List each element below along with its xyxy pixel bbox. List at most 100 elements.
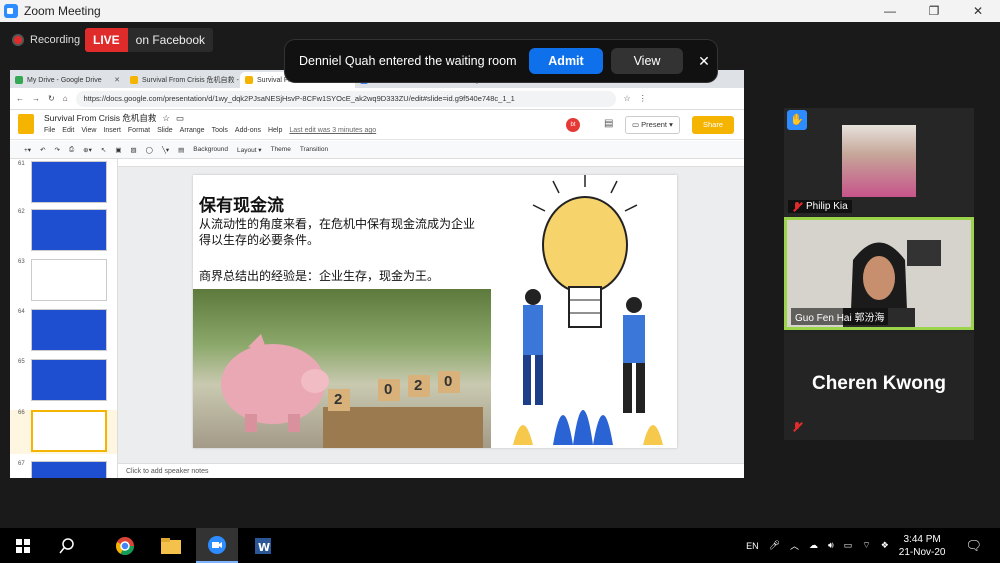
slides-toolbar: +▾ ↶ ↷ ⎙ ⊕▾ ↖ ▣ ▨ ◯ ╲▾ ▤ Background Layo… — [10, 141, 744, 159]
reload-icon[interactable]: ↻ — [48, 94, 55, 103]
toolbar-theme[interactable]: Theme — [271, 146, 291, 153]
search-icon[interactable] — [46, 528, 88, 563]
menu-edit[interactable]: Edit — [62, 127, 74, 134]
slide-thumbnail[interactable] — [31, 461, 107, 478]
move-folder-icon[interactable]: ▭ — [176, 113, 184, 124]
view-button[interactable]: View — [611, 48, 683, 74]
redo-icon[interactable]: ↷ — [55, 146, 60, 154]
year-digit: 0 — [444, 373, 453, 390]
thumbnail-row[interactable]: 64 — [10, 309, 117, 353]
live-stream-indicator[interactable]: LIVE on Facebook — [85, 28, 214, 52]
menu-arrange[interactable]: Arrange — [180, 127, 205, 134]
participant-name-label: Philip Kia — [788, 200, 852, 213]
close-notification-icon[interactable]: ✕ — [691, 53, 717, 70]
star-icon[interactable]: ☆ — [162, 113, 170, 124]
present-button[interactable]: ▭ Present ▾ — [625, 116, 680, 134]
chrome-icon[interactable] — [104, 528, 146, 563]
restore-button[interactable]: ❐ — [912, 0, 956, 22]
volume-icon[interactable]: 🔊︎ — [828, 540, 834, 551]
toolbar-transition[interactable]: Transition — [300, 146, 328, 153]
dropbox-icon[interactable]: ❖ — [881, 540, 889, 551]
file-explorer-icon[interactable] — [150, 528, 192, 563]
notifications-icon[interactable]: 🗨︎ — [965, 538, 982, 554]
address-bar-row: ← → ↻ ⌂ https://docs.google.com/presenta… — [10, 88, 744, 110]
undo-icon[interactable]: ↶ — [40, 146, 45, 154]
toolbar-layout[interactable]: Layout ▾ — [237, 146, 262, 154]
microphone-icon[interactable]: 🎤︎ — [769, 540, 780, 551]
url-field[interactable]: https://docs.google.com/presentation/d/1… — [75, 90, 616, 107]
last-edit-link[interactable]: Last edit was 3 minutes ago — [289, 127, 376, 134]
participant-tile[interactable]: Philip Kia — [784, 108, 974, 216]
textbox-icon[interactable]: ▣ — [115, 146, 121, 154]
raise-hand-icon[interactable]: ✋ — [787, 110, 807, 130]
back-icon[interactable]: ← — [16, 94, 24, 103]
menu-dots-icon[interactable]: ⋮ — [639, 94, 647, 103]
select-icon[interactable]: ↖ — [101, 146, 106, 154]
tab-label: My Drive - Google Drive — [27, 76, 102, 84]
share-button[interactable]: Share — [692, 116, 734, 134]
bookmark-star-icon[interactable]: ☆ — [624, 94, 631, 103]
menu-file[interactable]: File — [44, 127, 55, 134]
tray-overflow-icon[interactable]: ︿ — [790, 539, 799, 552]
toolbar-background[interactable]: Background — [193, 146, 228, 153]
thumbnail-row[interactable]: 61 — [10, 161, 117, 205]
slide-thumbnail[interactable] — [31, 209, 107, 251]
menu-addons[interactable]: Add-ons — [235, 127, 261, 134]
clock-date: 21-Nov-20 — [898, 546, 946, 558]
menu-tools[interactable]: Tools — [212, 127, 228, 134]
zoom-icon[interactable]: ⊕▾ — [83, 146, 92, 154]
year-digit: 2 — [334, 391, 343, 408]
admit-button[interactable]: Admit — [529, 48, 603, 74]
forward-icon[interactable]: → — [32, 94, 40, 103]
shared-screen-browser: My Drive - Google Drive ✕ Survival From … — [10, 70, 744, 478]
clock[interactable]: 3:44 PM 21-Nov-20 — [899, 533, 946, 559]
tab-close-icon[interactable]: ✕ — [114, 76, 120, 84]
onedrive-icon[interactable]: ☁ — [809, 540, 818, 551]
home-icon[interactable]: ⌂ — [63, 94, 68, 103]
shape-icon[interactable]: ◯ — [146, 146, 153, 154]
menu-slide[interactable]: Slide — [157, 127, 173, 134]
word-icon[interactable]: W — [242, 528, 284, 563]
slide-thumbnail[interactable] — [31, 161, 107, 203]
zoom-taskbar-icon[interactable] — [196, 528, 238, 563]
comment-icon[interactable]: ▤ — [604, 118, 613, 129]
minimize-button[interactable]: — — [868, 0, 912, 22]
browser-tab[interactable]: Survival From Crisis 危机自救 - ✕ — [125, 72, 240, 88]
battery-icon[interactable]: ▭ — [844, 540, 853, 551]
menu-format[interactable]: Format — [128, 127, 150, 134]
thumbnail-row[interactable]: 63 — [10, 259, 117, 303]
speaker-notes[interactable]: Click to add speaker notes — [118, 463, 744, 478]
comment-add-icon[interactable]: ▤ — [178, 146, 184, 154]
new-slide-icon[interactable]: +▾ — [24, 146, 31, 154]
slide-body-line: 从流动性的角度来看，在危机中保有现金流成为企业 — [199, 217, 476, 231]
image-icon[interactable]: ▨ — [131, 146, 137, 154]
muted-mic-icon — [792, 201, 802, 212]
windows-start-icon[interactable] — [2, 528, 44, 563]
slides-header: Survival From Crisis 危机自救 ☆ ▭ File Edit … — [10, 110, 744, 140]
line-icon[interactable]: ╲▾ — [162, 146, 169, 154]
slide-thumbnail[interactable] — [31, 259, 107, 301]
language-indicator[interactable]: EN — [746, 541, 759, 551]
thumbnail-row[interactable]: 62 — [10, 209, 117, 253]
menu-view[interactable]: View — [81, 127, 96, 134]
recording-indicator[interactable]: Recording — [6, 29, 86, 51]
participant-tile[interactable]: Cheren Kwong — [784, 333, 974, 440]
thumbnail-row-selected[interactable]: 66 — [10, 410, 117, 454]
print-icon[interactable]: ⎙ — [69, 146, 74, 154]
participant-tile-active-speaker[interactable]: Guo Fen Hai 郭汾海 — [784, 217, 974, 330]
menu-insert[interactable]: Insert — [103, 127, 121, 134]
lightbulb-illustration — [513, 175, 663, 445]
browser-tab[interactable]: My Drive - Google Drive ✕ — [10, 72, 125, 88]
menu-help[interactable]: Help — [268, 127, 282, 134]
close-button[interactable]: ✕ — [956, 0, 1000, 22]
slide-thumbnail[interactable] — [31, 359, 107, 401]
slide-thumbnail[interactable] — [31, 309, 107, 351]
thumbnail-row[interactable]: 65 — [10, 359, 117, 403]
user-avatar[interactable]: bt — [566, 118, 580, 132]
thumbnail-row[interactable]: 67 — [10, 461, 117, 478]
current-slide[interactable]: 保有现金流 从流动性的角度来看，在危机中保有现金流成为企业 得以生存的必要条件。… — [193, 175, 677, 448]
doc-title[interactable]: Survival From Crisis 危机自救 — [44, 112, 156, 124]
wifi-icon[interactable]: ⌔ — [862, 540, 870, 551]
present-label: Present — [641, 120, 668, 129]
slide-thumbnail-selected[interactable] — [31, 410, 107, 452]
